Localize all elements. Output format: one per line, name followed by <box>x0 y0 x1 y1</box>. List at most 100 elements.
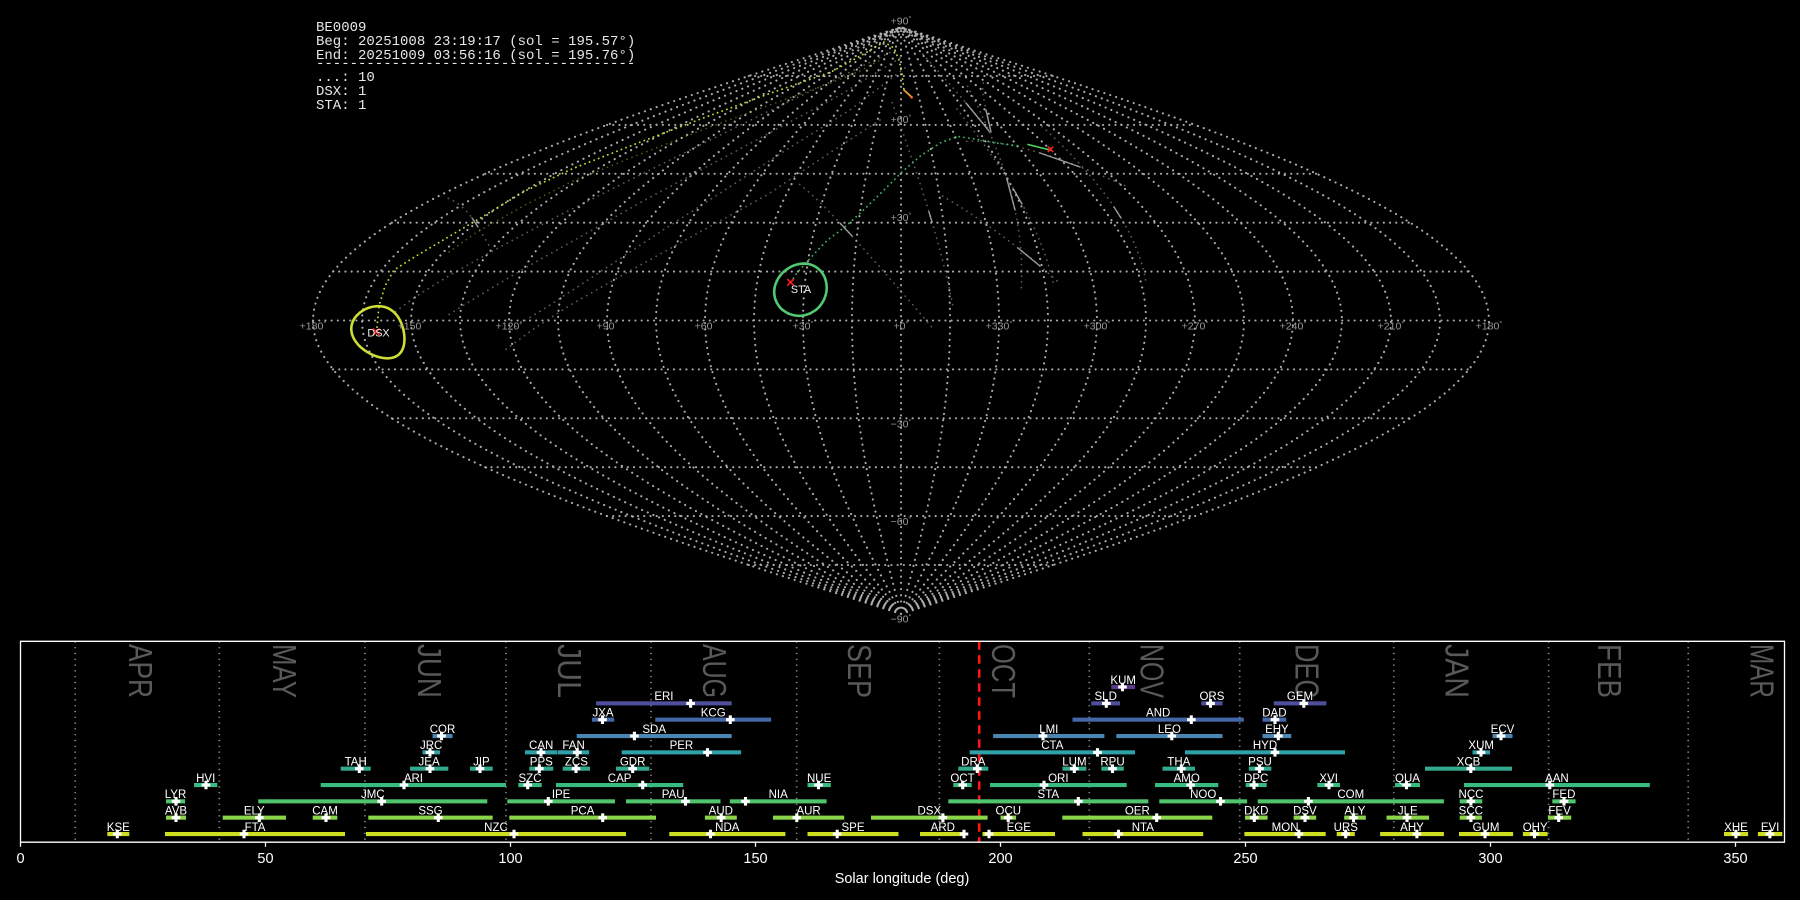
svg-text:OHY: OHY <box>1523 822 1548 834</box>
svg-text:NUE: NUE <box>807 773 832 785</box>
svg-text:−60°: −60° <box>891 515 912 529</box>
svg-text:SZC: SZC <box>519 773 542 785</box>
svg-text:EGE: EGE <box>1007 822 1032 834</box>
svg-text:ELY: ELY <box>244 805 265 817</box>
svg-text:+180°: +180° <box>300 319 327 333</box>
svg-text:FAN: FAN <box>562 740 584 752</box>
svg-text:+90°: +90° <box>597 319 618 333</box>
svg-text:AVB: AVB <box>165 805 187 817</box>
svg-text:ORI: ORI <box>1048 773 1068 785</box>
svg-text:STA: STA <box>1038 789 1060 801</box>
svg-text:JUN: JUN <box>411 644 448 698</box>
svg-text:DKD: DKD <box>1244 805 1268 817</box>
svg-text:XUM: XUM <box>1468 740 1494 752</box>
svg-text:−30°: −30° <box>891 417 912 431</box>
svg-text:DSX: DSX <box>367 328 389 340</box>
svg-text:Solar longitude (deg): Solar longitude (deg) <box>835 871 970 887</box>
svg-text:KCG: KCG <box>701 707 726 719</box>
svg-text:+60°: +60° <box>695 319 716 333</box>
svg-text:JXA: JXA <box>592 707 613 719</box>
svg-text:XVI: XVI <box>1319 773 1338 785</box>
svg-text:OCU: OCU <box>996 805 1022 817</box>
svg-text:+180°: +180° <box>1476 319 1503 333</box>
svg-text:PCA: PCA <box>571 805 595 817</box>
svg-text:MAY: MAY <box>266 644 303 698</box>
svg-text:250: 250 <box>1233 851 1257 867</box>
svg-text:JIP: JIP <box>473 756 490 768</box>
svg-text:SPE: SPE <box>841 822 864 834</box>
svg-text:XHE: XHE <box>1724 822 1748 834</box>
svg-text:OCT: OCT <box>950 773 974 785</box>
svg-text:350: 350 <box>1723 851 1747 867</box>
svg-text:ZCS: ZCS <box>565 756 588 768</box>
svg-text:SDA: SDA <box>642 724 666 736</box>
svg-text:+60°: +60° <box>891 113 912 127</box>
svg-text:JEA: JEA <box>419 756 440 768</box>
svg-text:+90°: +90° <box>891 14 912 28</box>
svg-text:FEB: FEB <box>1591 644 1628 698</box>
svg-text:SEP: SEP <box>841 644 878 698</box>
svg-text:OER: OER <box>1125 805 1150 817</box>
svg-text:ALY: ALY <box>1345 805 1366 817</box>
svg-text:AUG: AUG <box>696 644 733 698</box>
svg-text:50: 50 <box>257 851 273 867</box>
svg-text:NOV: NOV <box>1134 644 1171 698</box>
svg-text:NOO: NOO <box>1190 789 1216 801</box>
svg-text:KUM: KUM <box>1110 675 1136 687</box>
svg-text:DSX: DSX <box>917 805 941 817</box>
svg-text:DEC: DEC <box>1289 644 1326 698</box>
svg-text:FED: FED <box>1552 789 1575 801</box>
svg-text:OCT: OCT <box>985 644 1022 698</box>
svg-text:KSE: KSE <box>107 822 130 834</box>
svg-text:+30°: +30° <box>793 319 814 333</box>
svg-text:NZC: NZC <box>484 822 508 834</box>
svg-text:EHY: EHY <box>1265 724 1289 736</box>
svg-text:PPS: PPS <box>530 756 553 768</box>
svg-text:GUM: GUM <box>1473 822 1500 834</box>
svg-text:+330°: +330° <box>986 319 1013 333</box>
svg-text:ARD: ARD <box>931 822 955 834</box>
svg-text:LUM: LUM <box>1062 756 1086 768</box>
svg-text:GEM: GEM <box>1287 691 1313 703</box>
svg-text:0: 0 <box>16 851 24 867</box>
svg-text:TAH: TAH <box>345 756 367 768</box>
svg-text:NTA: NTA <box>1132 822 1154 834</box>
svg-text:THA: THA <box>1167 756 1190 768</box>
svg-text:URS: URS <box>1334 822 1359 834</box>
svg-text:−90°: −90° <box>891 612 912 626</box>
svg-text:EVI: EVI <box>1761 822 1780 834</box>
svg-text:AUR: AUR <box>796 805 820 817</box>
svg-text:+300°: +300° <box>1084 319 1111 333</box>
svg-text:DPC: DPC <box>1244 773 1268 785</box>
svg-text:JUL: JUL <box>551 644 588 698</box>
svg-text:DSV: DSV <box>1293 805 1317 817</box>
svg-text:QUA: QUA <box>1395 773 1420 785</box>
svg-text:GDR: GDR <box>620 756 646 768</box>
svg-text:MAR: MAR <box>1744 644 1781 698</box>
svg-text:SLD: SLD <box>1095 691 1117 703</box>
svg-text:CAM: CAM <box>312 805 338 817</box>
svg-text:MON: MON <box>1272 822 1299 834</box>
svg-text:STA: 1: STA: 1 <box>316 98 366 114</box>
svg-text:AUD: AUD <box>709 805 733 817</box>
svg-text:NCC: NCC <box>1459 789 1484 801</box>
svg-text:SSG: SSG <box>418 805 442 817</box>
svg-text:ECV: ECV <box>1491 724 1515 736</box>
svg-text:NIA: NIA <box>769 789 789 801</box>
svg-text:+30°: +30° <box>891 211 912 225</box>
svg-text:LMI: LMI <box>1039 724 1058 736</box>
svg-text:200: 200 <box>988 851 1012 867</box>
svg-text:PSU: PSU <box>1248 756 1272 768</box>
svg-text:PAU: PAU <box>662 789 685 801</box>
svg-text:HVI: HVI <box>196 773 215 785</box>
svg-text:150: 150 <box>743 851 767 867</box>
svg-text:AMO: AMO <box>1174 773 1200 785</box>
svg-text:PER: PER <box>670 740 694 752</box>
svg-text:FTA: FTA <box>245 822 266 834</box>
svg-text:STA: STA <box>791 284 812 296</box>
svg-text:+240°: +240° <box>1280 319 1307 333</box>
svg-text:DRA: DRA <box>961 756 986 768</box>
svg-text:JMC: JMC <box>361 789 385 801</box>
svg-text:CAN: CAN <box>529 740 553 752</box>
svg-text:LEO: LEO <box>1158 724 1181 736</box>
